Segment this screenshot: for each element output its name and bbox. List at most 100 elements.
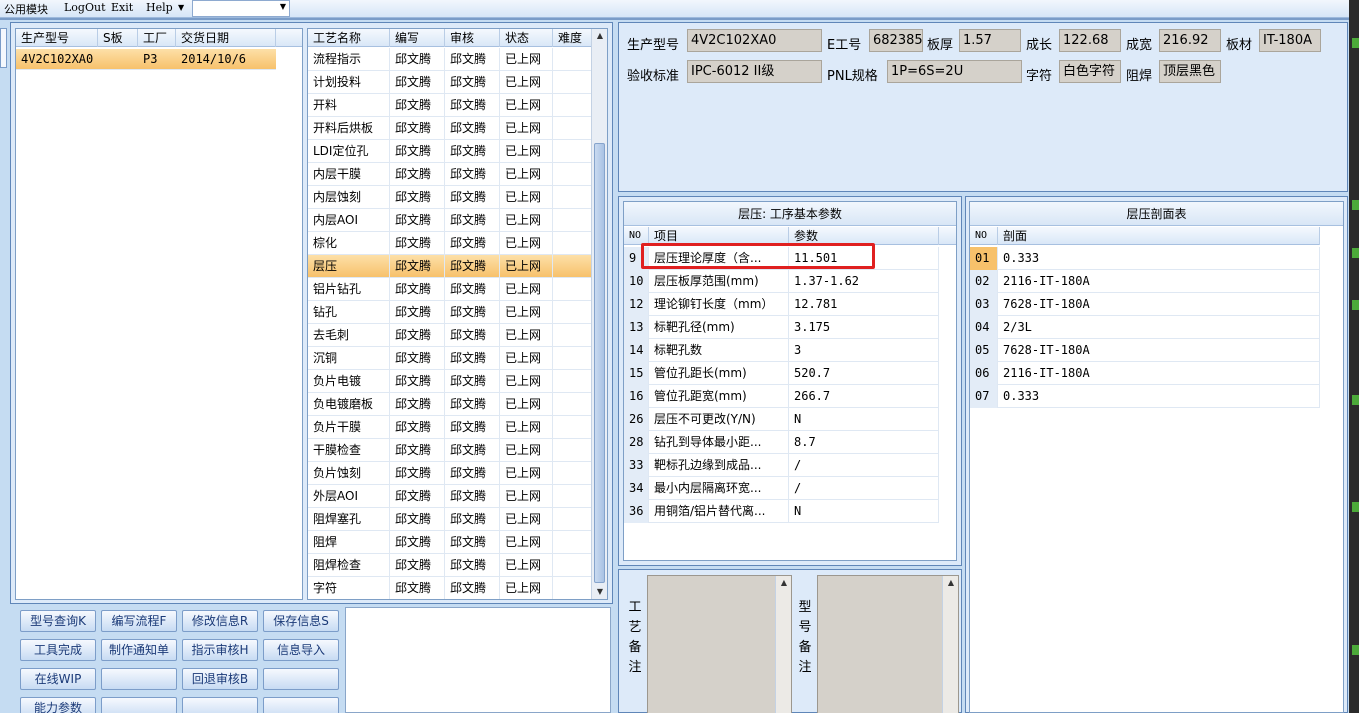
table-row[interactable]: 28 钻孔到导体最小距... 8.7: [624, 431, 939, 454]
field-material[interactable]: IT-180A: [1259, 29, 1321, 52]
table-row[interactable]: 负片蚀刻 邱文腾 邱文腾 已上网: [308, 462, 593, 485]
col-difficulty[interactable]: 难度: [553, 29, 593, 47]
field-width[interactable]: 216.92: [1159, 29, 1221, 52]
field-char[interactable]: 白色字符: [1059, 60, 1121, 83]
table-row[interactable]: 02 2116-IT-180A: [970, 270, 1320, 293]
table-row[interactable]: 棕化 邱文腾 邱文腾 已上网: [308, 232, 593, 255]
table-row[interactable]: 内层AOI 邱文腾 邱文腾 已上网: [308, 209, 593, 232]
table-row[interactable]: 12 理论铆钉长度（mm） 12.781: [624, 293, 939, 316]
scroll-thumb[interactable]: [594, 143, 605, 583]
field-pnl[interactable]: 1P=6S=2U: [887, 60, 1022, 83]
menu-help[interactable]: Help: [146, 1, 173, 14]
difficulty-cell: [553, 508, 593, 531]
table-row[interactable]: 05 7628-IT-180A: [970, 339, 1320, 362]
table-row[interactable]: 内层蚀刻 邱文腾 邱文腾 已上网: [308, 186, 593, 209]
table-row[interactable]: 26 层压不可更改(Y/N) N: [624, 408, 939, 431]
scroll-up-icon[interactable]: ▲: [776, 576, 792, 590]
write-flow-button[interactable]: 编写流程F: [101, 610, 177, 632]
table-row[interactable]: 钻孔 邱文腾 邱文腾 已上网: [308, 301, 593, 324]
table-row[interactable]: 07 0.333: [970, 385, 1320, 408]
scroll-up-icon[interactable]: ▲: [943, 576, 959, 590]
chevron-down-icon[interactable]: ▼: [280, 2, 286, 11]
col-section[interactable]: 剖面: [998, 227, 1320, 245]
table-row[interactable]: 流程指示 邱文腾 邱文腾 已上网: [308, 48, 593, 71]
part-query-button[interactable]: 型号查询K: [20, 610, 96, 632]
rollback-review-button[interactable]: 回退审核B: [182, 668, 258, 690]
table-row[interactable]: 34 最小内层隔离环宽... /: [624, 477, 939, 500]
col-reviewer[interactable]: 审核: [445, 29, 500, 47]
scroll-down-icon[interactable]: ▼: [592, 585, 607, 599]
col-s-board[interactable]: S板: [98, 29, 138, 47]
menu-common-module[interactable]: 公用模块: [4, 1, 48, 17]
help-dropdown-icon[interactable]: ▼: [178, 3, 184, 12]
table-row[interactable]: 去毛刺 邱文腾 邱文腾 已上网: [308, 324, 593, 347]
col-part-no[interactable]: 生产型号: [16, 29, 98, 47]
table-row[interactable]: 阻焊检查 邱文腾 邱文腾 已上网: [308, 554, 593, 577]
menu-exit[interactable]: Exit: [111, 1, 133, 14]
capability-params-button[interactable]: 能力参数: [20, 697, 96, 713]
table-row[interactable]: 层压 邱文腾 邱文腾 已上网: [308, 255, 593, 278]
factory-cell: P3: [143, 52, 158, 66]
col-delivery-date[interactable]: 交货日期: [176, 29, 276, 47]
instruction-review-button[interactable]: 指示审核H: [182, 639, 258, 661]
table-row[interactable]: 开料 邱文腾 邱文腾 已上网: [308, 94, 593, 117]
table-row[interactable]: 10 层压板厚范围(mm) 1.37-1.62: [624, 270, 939, 293]
table-row[interactable]: 负片干膜 邱文腾 邱文腾 已上网: [308, 416, 593, 439]
side-tab[interactable]: [0, 28, 7, 68]
col-factory[interactable]: 工厂: [138, 29, 176, 47]
table-row[interactable]: 13 标靶孔径(mm) 3.175: [624, 316, 939, 339]
field-standard[interactable]: IPC-6012 II级: [687, 60, 822, 83]
menu-combo-box[interactable]: ▼: [192, 0, 290, 17]
field-part-no[interactable]: 4V2C102XA0: [687, 29, 822, 52]
scroll-up-icon[interactable]: ▲: [592, 29, 607, 43]
table-row[interactable]: 沉铜 邱文腾 邱文腾 已上网: [308, 347, 593, 370]
blank-button[interactable]: [263, 697, 339, 713]
col-process-name[interactable]: 工艺名称: [308, 29, 390, 47]
process-scrollbar[interactable]: ▲ ▼: [591, 29, 607, 599]
modify-info-button[interactable]: 修改信息R: [182, 610, 258, 632]
table-row[interactable]: 04 2/3L: [970, 316, 1320, 339]
table-row[interactable]: LDI定位孔 邱文腾 邱文腾 已上网: [308, 140, 593, 163]
table-row[interactable]: 开料后烘板 邱文腾 邱文腾 已上网: [308, 117, 593, 140]
import-info-button[interactable]: 信息导入: [263, 639, 339, 661]
table-row[interactable]: 铝片钻孔 邱文腾 邱文腾 已上网: [308, 278, 593, 301]
make-notice-button[interactable]: 制作通知单: [101, 639, 177, 661]
notes-scrollbar[interactable]: ▲: [775, 576, 791, 713]
col-no[interactable]: NO: [970, 227, 998, 245]
field-e-no[interactable]: 682385: [869, 29, 923, 52]
table-row[interactable]: 内层干膜 邱文腾 邱文腾 已上网: [308, 163, 593, 186]
blank-button[interactable]: [101, 697, 177, 713]
table-row[interactable]: 06 2116-IT-180A: [970, 362, 1320, 385]
table-row[interactable]: 字符 邱文腾 邱文腾 已上网: [308, 577, 593, 599]
tool-complete-button[interactable]: 工具完成: [20, 639, 96, 661]
table-row[interactable]: 16 管位孔距宽(mm) 266.7: [624, 385, 939, 408]
table-row[interactable]: 36 用铜箔/铝片替代离... N: [624, 500, 939, 523]
blank-button[interactable]: [263, 668, 339, 690]
part-notes-textarea[interactable]: ▲: [817, 575, 959, 713]
col-status[interactable]: 状态: [500, 29, 553, 47]
field-mask[interactable]: 顶层黑色: [1159, 60, 1221, 83]
field-thickness[interactable]: 1.57: [959, 29, 1021, 52]
online-wip-button[interactable]: 在线WIP: [20, 668, 96, 690]
menu-logout[interactable]: LogOut: [64, 1, 106, 14]
table-row[interactable]: 外层AOI 邱文腾 邱文腾 已上网: [308, 485, 593, 508]
table-row[interactable]: 15 管位孔距长(mm) 520.7: [624, 362, 939, 385]
table-row[interactable]: 14 标靶孔数 3: [624, 339, 939, 362]
table-row[interactable]: 干膜检查 邱文腾 邱文腾 已上网: [308, 439, 593, 462]
table-row[interactable]: 负电镀磨板 邱文腾 邱文腾 已上网: [308, 393, 593, 416]
process-notes-textarea[interactable]: ▲: [647, 575, 792, 713]
blank-button[interactable]: [182, 697, 258, 713]
blank-button[interactable]: [101, 668, 177, 690]
table-row[interactable]: 阻焊塞孔 邱文腾 邱文腾 已上网: [308, 508, 593, 531]
save-info-button[interactable]: 保存信息S: [263, 610, 339, 632]
table-row[interactable]: 4V2C102XA0 P3 2014/10/6: [16, 49, 276, 70]
table-row[interactable]: 负片电镀 邱文腾 邱文腾 已上网: [308, 370, 593, 393]
col-writer[interactable]: 编写: [390, 29, 445, 47]
table-row[interactable]: 计划投料 邱文腾 邱文腾 已上网: [308, 71, 593, 94]
notes-scrollbar[interactable]: ▲: [942, 576, 958, 713]
table-row[interactable]: 33 靶标孔边缘到成品... /: [624, 454, 939, 477]
table-row[interactable]: 阻焊 邱文腾 邱文腾 已上网: [308, 531, 593, 554]
field-length[interactable]: 122.68: [1059, 29, 1121, 52]
table-row[interactable]: 01 0.333: [970, 247, 1320, 270]
table-row[interactable]: 03 7628-IT-180A: [970, 293, 1320, 316]
